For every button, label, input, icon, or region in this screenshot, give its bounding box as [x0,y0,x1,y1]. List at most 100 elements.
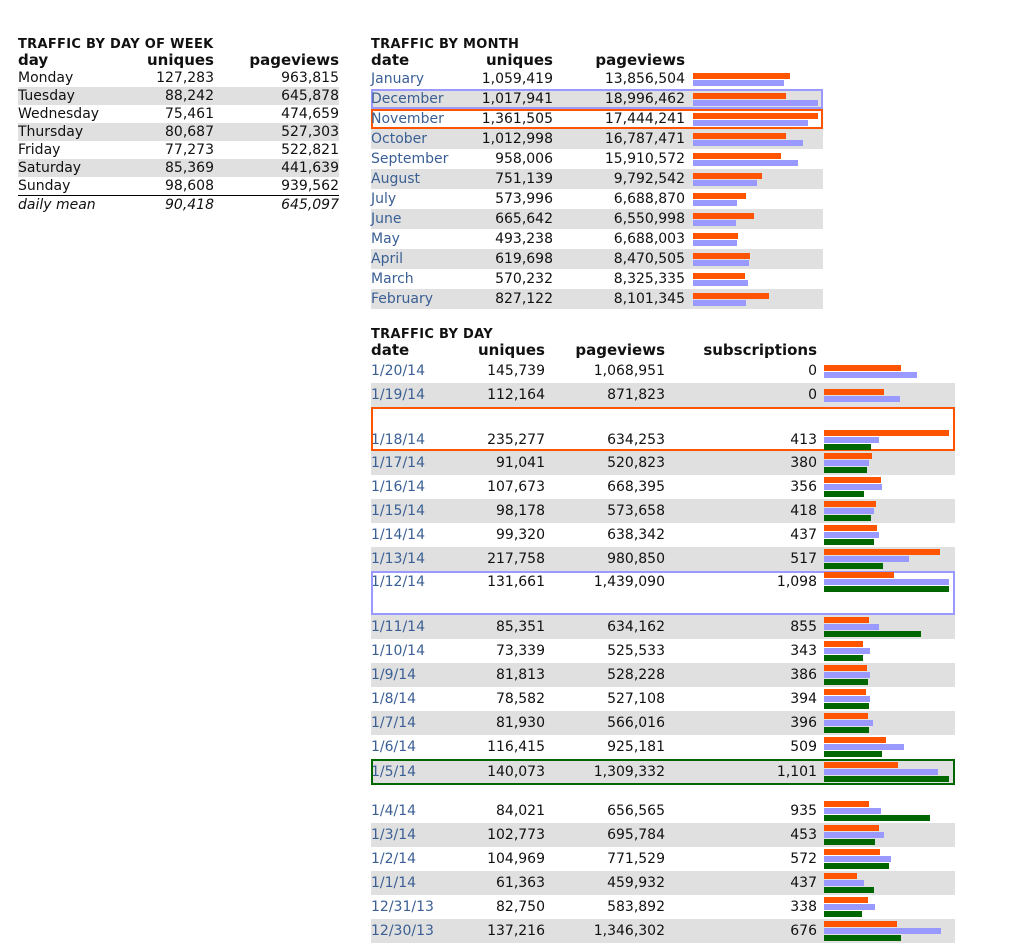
date-link[interactable]: 1/13/14 [371,547,461,571]
subscriptions-bar [824,631,921,637]
month-link[interactable]: March [371,269,469,289]
week-row: Sunday 98,608 939,562 [18,177,339,196]
subscriptions-value: 396 [790,715,817,731]
pageviews-value: 9,792,542 [613,171,685,187]
subscriptions-bar [824,751,882,757]
col-header-pageviews: pageviews [575,341,665,359]
date-link[interactable]: 1/2/14 [371,847,461,871]
month-link[interactable]: February [371,289,469,309]
uniques-bar [824,762,898,768]
subscriptions-bar [824,727,869,733]
pageviews-bar [824,696,870,702]
traffic-by-day-of-week: TRAFFIC BY DAY OF WEEK day uniques pagev… [18,37,339,214]
uniques-bar [693,72,790,79]
pageviews-value: 583,892 [607,899,665,915]
day-row: 1/3/14 102,773 695,784 453 [371,823,955,847]
month-link[interactable]: May [371,229,469,249]
bar-cell [685,169,823,189]
pageviews-value: 656,565 [607,803,665,819]
day-name: Wednesday [18,106,100,122]
pageviews-bar [824,484,882,490]
date-link[interactable]: 1/3/14 [371,823,461,847]
month-link[interactable]: April [371,249,469,269]
traffic-by-day: TRAFFIC BY DAY date uniques pageviews su… [371,327,955,943]
day-row: 1/17/14 91,041 520,823 380 [371,451,955,475]
subscriptions-value: 380 [790,455,817,471]
subscriptions-bar [824,863,889,869]
uniques-bar [693,212,754,219]
subscriptions-bar [824,935,901,941]
date-link[interactable]: 12/31/13 [371,895,461,919]
uniques-value: 98,178 [496,503,545,519]
bar-cell [817,871,955,895]
pageviews-value: 925,181 [607,739,665,755]
month-row: July 573,996 6,688,870 [371,189,823,209]
uniques-bar [824,388,884,395]
date-link[interactable]: 1/4/14 [371,799,461,823]
pageviews-value: 6,688,870 [613,191,685,207]
day-row: 1/9/14 81,813 528,228 386 [371,663,955,687]
mean-pageviews: 645,097 [214,195,339,214]
date-link[interactable]: 1/16/14 [371,475,461,499]
pageviews-bar [824,672,870,678]
month-link[interactable]: August [371,169,469,189]
pageviews-value: 668,395 [607,479,665,495]
uniques-value: 573,996 [495,191,553,207]
month-link[interactable]: October [371,129,469,149]
day-row: 1/5/14 140,073 1,309,332 1,101 [371,759,955,785]
uniques-bar [693,92,786,99]
month-link[interactable]: September [371,149,469,169]
month-link[interactable]: January [371,69,469,89]
date-link[interactable]: 1/5/14 [371,759,461,785]
day-row: 1/6/14 116,415 925,181 509 [371,735,955,759]
subscriptions-bar [824,491,864,497]
date-link[interactable]: 1/19/14 [371,383,461,407]
date-link[interactable]: 1/12/14 [371,571,461,615]
month-link[interactable]: December [371,89,469,109]
day-name: Tuesday [18,88,75,104]
pageviews-bar [693,219,736,226]
pageviews-bar [824,856,891,862]
bar-cell [817,639,955,663]
pageviews-value: 527,303 [281,124,339,140]
date-link[interactable]: 1/1/14 [371,871,461,895]
uniques-value: 751,139 [495,171,553,187]
date-link[interactable]: 1/15/14 [371,499,461,523]
uniques-bar [824,921,897,927]
date-link[interactable]: 1/9/14 [371,663,461,687]
day-name: Friday [18,142,61,158]
uniques-value: 107,673 [487,479,545,495]
uniques-bar [824,430,949,436]
pageviews-value: 871,823 [607,387,665,403]
pageviews-value: 525,533 [607,643,665,659]
date-link[interactable]: 1/17/14 [371,451,461,475]
uniques-value: 665,642 [495,211,553,227]
subscriptions-value: 509 [790,739,817,755]
week-row: Saturday 85,369 441,639 [18,159,339,177]
date-link[interactable]: 1/6/14 [371,735,461,759]
date-link[interactable]: 1/20/14 [371,359,461,383]
month-row: June 665,642 6,550,998 [371,209,823,229]
date-link[interactable]: 1/11/14 [371,615,461,639]
date-link[interactable]: 12/30/13 [371,919,461,943]
pageviews-bar [824,532,879,538]
subscriptions-bar [824,563,883,569]
month-link[interactable]: July [371,189,469,209]
pageviews-value: 441,639 [281,160,339,176]
subscriptions-value: 418 [790,503,817,519]
date-link[interactable]: 1/7/14 [371,711,461,735]
month-link[interactable]: June [371,209,469,229]
date-link[interactable]: 1/18/14 [371,407,461,451]
uniques-bar [693,112,818,119]
date-link[interactable]: 1/14/14 [371,523,461,547]
date-link[interactable]: 1/8/14 [371,687,461,711]
uniques-value: 1,361,505 [481,111,553,127]
pageviews-bar [693,239,737,246]
mean-label: daily mean [18,195,130,214]
date-link[interactable]: 1/10/14 [371,639,461,663]
uniques-bar [693,152,781,159]
uniques-value: 78,582 [496,691,545,707]
month-link[interactable]: November [371,109,469,129]
uniques-value: 1,017,941 [481,91,553,107]
day-row: 1/13/14 217,758 980,850 517 [371,547,955,571]
